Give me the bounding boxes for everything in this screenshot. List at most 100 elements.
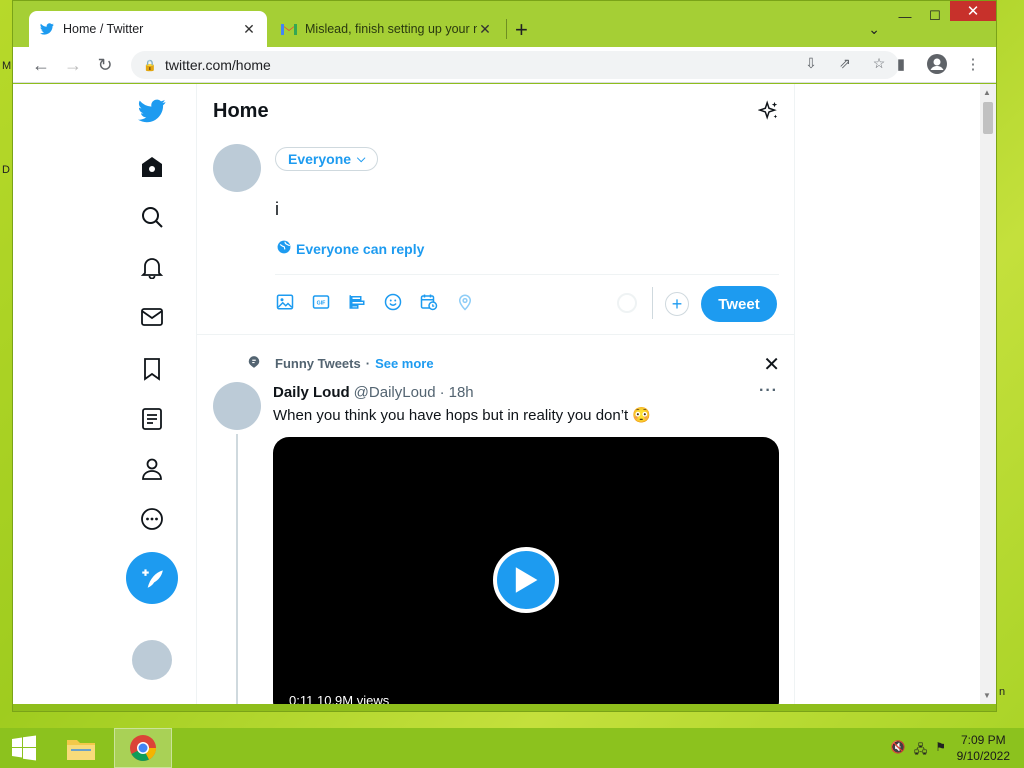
- compose-separator: [652, 287, 653, 319]
- twitter-logo-icon[interactable]: [137, 96, 167, 126]
- page-scrollbar[interactable]: ▲ ▼: [980, 84, 996, 704]
- tweet-author-name[interactable]: Daily Loud: [273, 384, 350, 401]
- svg-text:GIF: GIF: [317, 301, 327, 307]
- tweet-video[interactable]: 0:11 10.9M views: [273, 437, 779, 704]
- tweet-header: Daily Loud @DailyLoud · 18h: [273, 384, 474, 401]
- bookmarks-icon[interactable]: [137, 354, 167, 384]
- messages-envelope-icon[interactable]: [137, 302, 167, 332]
- desktop-icon-fragment: n: [999, 686, 1006, 698]
- play-icon[interactable]: [493, 547, 559, 613]
- lock-icon: 🔒: [143, 59, 157, 72]
- close-tab-icon[interactable]: ✕: [241, 21, 257, 38]
- compose-toolbar: GIF: [275, 292, 475, 312]
- globe-icon: [277, 240, 291, 257]
- taskbar-clock[interactable]: 7:09 PM 9/10/2022: [957, 732, 1010, 764]
- dismiss-topic-close-icon[interactable]: ✕: [763, 352, 780, 377]
- network-icon[interactable]: 🖧: [914, 740, 927, 761]
- chevron-down-icon: ⌵: [357, 152, 366, 165]
- minimize-icon[interactable]: —: [890, 1, 920, 31]
- dot-separator: ·: [365, 356, 371, 371]
- tab-separator: [506, 19, 507, 39]
- forward-arrow-icon[interactable]: →: [61, 53, 85, 77]
- video-duration: 0:11: [289, 693, 314, 704]
- video-meta: 0:11 10.9M views: [289, 693, 389, 704]
- feather-plus-icon: [142, 569, 163, 588]
- profile-icon[interactable]: [137, 454, 167, 484]
- home-icon[interactable]: [137, 152, 167, 182]
- explore-search-icon[interactable]: [137, 202, 167, 232]
- address-bar[interactable]: 🔒 twitter.com/home ⇩ ⇗ ☆: [131, 51, 899, 79]
- reload-icon[interactable]: ↻: [93, 53, 117, 77]
- kebab-menu-icon[interactable]: ⋮: [962, 53, 984, 75]
- tab-twitter[interactable]: Home / Twitter ✕: [29, 11, 267, 47]
- twitter-page: Home Everyone ⌵ i Everyone can reply GIF…: [13, 84, 996, 704]
- url-text: twitter.com/home: [165, 57, 271, 73]
- tab-title: Home / Twitter: [63, 22, 144, 36]
- account-avatar[interactable]: [132, 640, 172, 680]
- file-explorer-folder-icon[interactable]: [56, 728, 106, 768]
- tweet-timestamp[interactable]: 18h: [449, 384, 474, 401]
- left-navigation: [13, 84, 195, 704]
- see-more-link[interactable]: See more: [375, 356, 434, 371]
- tweet-more-options-icon[interactable]: ···: [759, 382, 778, 400]
- emoji-icon[interactable]: [383, 292, 403, 312]
- compose-tweet-button[interactable]: [126, 552, 178, 604]
- topic-name[interactable]: Funny Tweets: [275, 356, 361, 371]
- audience-selector[interactable]: Everyone ⌵: [275, 147, 379, 171]
- tab-title: Mislead, finish setting up your ne: [305, 22, 477, 36]
- window-close-icon[interactable]: ✕: [950, 1, 996, 21]
- scroll-thumb[interactable]: [983, 102, 993, 134]
- compose-divider: [275, 274, 779, 275]
- character-count-ring: [617, 293, 637, 313]
- tab-search-chevron-icon[interactable]: ⌄: [868, 21, 880, 38]
- gmail-icon: [281, 21, 297, 37]
- profile-avatar-icon[interactable]: [926, 53, 948, 75]
- new-tab-icon[interactable]: +: [515, 17, 528, 43]
- media-image-icon[interactable]: [275, 292, 295, 312]
- close-tab-icon[interactable]: ✕: [477, 21, 493, 38]
- system-tray: 🔇 🖧 ⚑: [891, 740, 946, 761]
- main-column: Home Everyone ⌵ i Everyone can reply GIF…: [196, 84, 795, 704]
- bookmark-star-icon[interactable]: ☆: [869, 55, 889, 72]
- twitter-bird-icon: [39, 21, 55, 37]
- poll-icon[interactable]: [347, 292, 367, 312]
- desktop-icon-fragment: M: [2, 60, 12, 72]
- scroll-up-arrow-icon[interactable]: ▲: [983, 88, 991, 97]
- share-icon[interactable]: ⇗: [835, 55, 855, 72]
- sparkle-icon[interactable]: [757, 100, 780, 122]
- volume-muted-icon[interactable]: 🔇: [891, 740, 906, 761]
- chrome-taskbar-icon[interactable]: [114, 728, 172, 768]
- add-thread-plus-icon[interactable]: +: [665, 292, 689, 316]
- scroll-down-arrow-icon[interactable]: ▼: [983, 691, 991, 700]
- page-title: Home: [213, 100, 269, 122]
- start-windows-icon[interactable]: [0, 728, 48, 768]
- browser-toolbar: ← → ↻ 🔒 twitter.com/home ⇩ ⇗ ☆ ▮ ⋮: [13, 47, 996, 83]
- tweet-button[interactable]: Tweet: [701, 286, 777, 322]
- video-views: 10.9M views: [316, 693, 390, 704]
- action-center-flag-icon[interactable]: ⚑: [935, 740, 946, 761]
- compose-avatar[interactable]: [213, 144, 261, 192]
- notifications-bell-icon[interactable]: [137, 252, 167, 282]
- clock-time: 7:09 PM: [960, 733, 1006, 747]
- more-options-icon[interactable]: [137, 504, 167, 534]
- install-app-icon[interactable]: ⇩: [801, 55, 821, 72]
- tweet-compose-input[interactable]: i: [275, 199, 279, 220]
- back-arrow-icon[interactable]: ←: [29, 53, 53, 77]
- topic-bubble-icon: [247, 354, 261, 373]
- tweet-author-avatar[interactable]: [213, 382, 261, 430]
- section-divider: [197, 334, 794, 335]
- topic-header: Funny Tweets · See more: [247, 354, 434, 373]
- tab-gmail[interactable]: Mislead, finish setting up your ne ✕: [271, 11, 503, 47]
- browser-window: Home / Twitter ✕ Mislead, finish setting…: [12, 0, 997, 712]
- tweet-author-handle[interactable]: @DailyLoud: [354, 384, 436, 401]
- schedule-icon[interactable]: [419, 292, 439, 312]
- clock-date: 9/10/2022: [956, 749, 1010, 763]
- dot-separator: ·: [439, 384, 445, 401]
- tweet-text: When you think you have hops but in real…: [273, 407, 652, 424]
- reply-setting-button[interactable]: Everyone can reply: [277, 240, 424, 257]
- location-pin-icon[interactable]: [455, 292, 475, 312]
- maximize-icon[interactable]: ☐: [920, 1, 950, 31]
- side-panel-icon[interactable]: ▮: [890, 53, 912, 75]
- lists-icon[interactable]: [137, 404, 167, 434]
- gif-icon[interactable]: GIF: [311, 292, 331, 312]
